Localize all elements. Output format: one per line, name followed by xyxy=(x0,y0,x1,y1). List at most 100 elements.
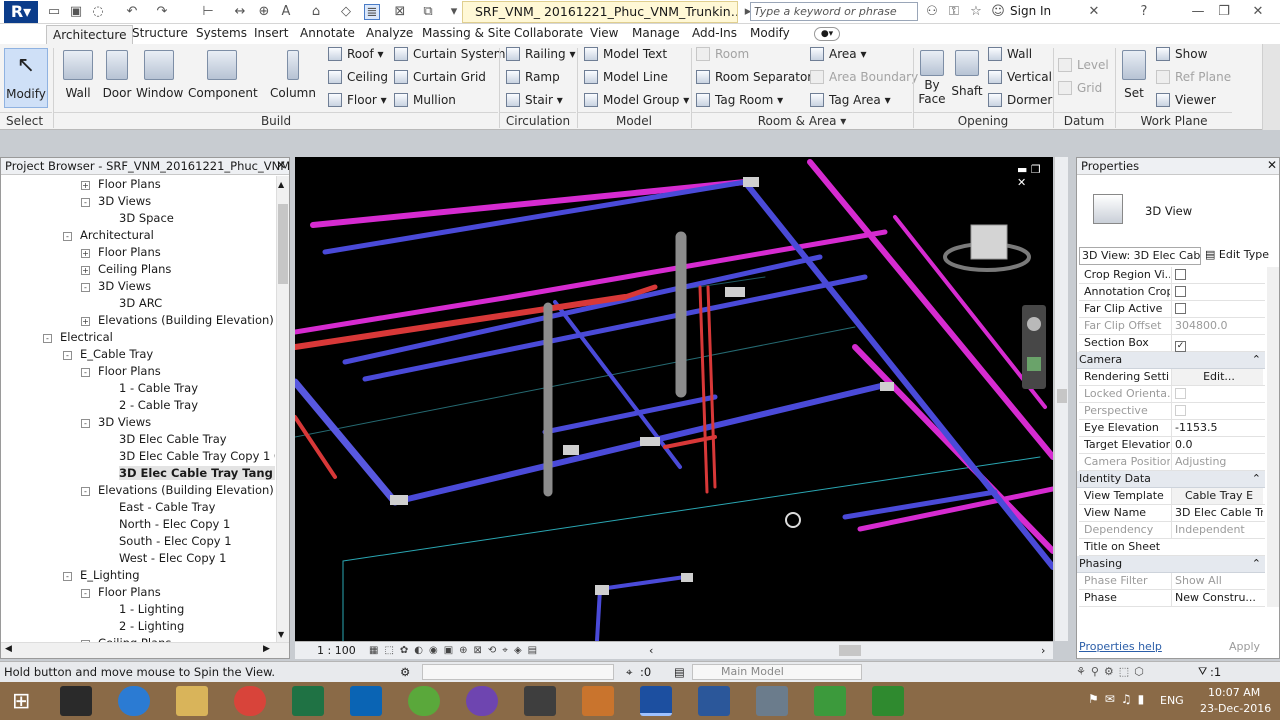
model-group-button[interactable]: Model Group ▾ xyxy=(584,90,689,110)
collapse-icon[interactable]: - xyxy=(81,368,90,377)
tree-node[interactable]: 2 - Cable Tray xyxy=(101,397,198,414)
scroll-thumb[interactable] xyxy=(278,204,288,284)
tree-node[interactable]: - Elevations (Building Elevation) xyxy=(81,482,274,499)
collapse-icon[interactable]: - xyxy=(81,283,90,292)
door-button[interactable]: Door xyxy=(100,48,134,108)
tree-node[interactable]: North - Elec Copy 1 xyxy=(101,516,230,533)
ceiling-button[interactable]: Ceiling xyxy=(328,67,388,87)
by-face-button[interactable]: By Face xyxy=(916,48,948,108)
tab-view[interactable]: View xyxy=(584,24,624,44)
workset-selector[interactable] xyxy=(422,664,614,680)
floor-button[interactable]: Floor ▾ xyxy=(328,90,387,110)
room-separator-button[interactable]: Room Separator xyxy=(696,67,812,87)
tree-node[interactable]: + Floor Plans xyxy=(81,244,161,261)
media-icon[interactable] xyxy=(582,686,614,716)
worksets-icon[interactable]: ⚙ xyxy=(400,662,410,682)
collapse-group-icon[interactable]: ⌃ xyxy=(1252,556,1261,572)
tree-node[interactable]: West - Elec Copy 1 xyxy=(101,550,226,567)
selection-filter-icons[interactable]: ⚘⚲⚙⬚⬡ xyxy=(1076,662,1149,682)
property-value[interactable]: Edit... xyxy=(1171,369,1263,385)
tab-manage[interactable]: Manage xyxy=(626,24,686,44)
user-icon[interactable]: ☺ xyxy=(990,4,1006,20)
tree-node[interactable]: - Floor Plans xyxy=(81,363,161,380)
internet-explorer-icon[interactable] xyxy=(118,686,150,716)
zoom-icon[interactable] xyxy=(1027,357,1041,371)
apply-button[interactable]: Apply xyxy=(1229,640,1260,653)
binoculars-icon[interactable]: ⚇ xyxy=(924,4,940,20)
scroll-left-icon[interactable]: ◀ xyxy=(5,644,12,654)
design-option-selector[interactable]: Main Model xyxy=(692,664,862,680)
viewport-window-controls[interactable]: ▬ ❐ ✕ xyxy=(1017,163,1053,189)
close-window-icon[interactable]: ✕ xyxy=(1250,4,1266,20)
browser-hscroll[interactable]: ◀ ▶ xyxy=(1,642,289,658)
camtasia-icon[interactable] xyxy=(814,686,846,716)
tree-node[interactable]: 2 - Lighting xyxy=(101,618,184,635)
tab-architecture[interactable]: Architecture xyxy=(46,25,134,45)
tree-node[interactable]: -Ceiling Plans xyxy=(81,635,171,642)
edit-type-button[interactable]: ▤ Edit Type xyxy=(1205,247,1279,265)
property-checkbox[interactable]: ✓ xyxy=(1175,341,1186,352)
open-icon[interactable]: ▭ xyxy=(46,4,62,20)
property-checkbox[interactable] xyxy=(1175,303,1186,314)
word-icon[interactable] xyxy=(698,686,730,716)
property-value[interactable]: ✓ xyxy=(1171,335,1263,352)
close-hidden-icon[interactable]: ⊠ xyxy=(392,4,408,20)
windows-start-icon[interactable]: ⊞ xyxy=(12,689,30,714)
tab-analyze[interactable]: Analyze xyxy=(360,24,419,44)
restore-icon[interactable]: ❐ xyxy=(1216,4,1232,20)
show-button[interactable]: Show xyxy=(1156,44,1207,64)
browser-vscroll[interactable]: ▲ ▼ xyxy=(276,176,289,642)
property-value[interactable]: Show All xyxy=(1171,573,1263,589)
property-value[interactable]: Cable Tray E xyxy=(1171,488,1263,504)
dormer-button[interactable]: Dormer xyxy=(988,90,1052,110)
tree-node[interactable]: -3D Views xyxy=(81,278,151,295)
level-button[interactable]: Level xyxy=(1058,55,1109,75)
ramp-button[interactable]: Ramp xyxy=(506,67,560,87)
property-group-header[interactable]: Camera ⌃ xyxy=(1077,352,1265,369)
tab-modify[interactable]: Modify xyxy=(744,24,796,44)
measure-icon[interactable]: ⊢ xyxy=(200,4,216,20)
filter-icon[interactable]: ⛛ xyxy=(1198,662,1207,682)
subscription-icon[interactable]: ⚿ xyxy=(946,4,962,20)
property-value[interactable] xyxy=(1171,386,1263,402)
property-row[interactable]: Locked Orienta... xyxy=(1079,386,1265,403)
collapse-icon[interactable]: - xyxy=(43,334,52,343)
tree-node[interactable]: + Ceiling Plans xyxy=(81,261,171,278)
scroll-up-icon[interactable]: ▲ xyxy=(278,180,284,189)
tree-node[interactable]: South - Elec Copy 1 xyxy=(101,533,232,550)
sign-in-link[interactable]: Sign In xyxy=(1010,4,1051,18)
app-green-icon[interactable] xyxy=(408,686,440,716)
file-explorer-icon[interactable] xyxy=(176,686,208,716)
collapse-icon[interactable]: - xyxy=(81,419,90,428)
tree-node[interactable]: 3D Space xyxy=(101,210,174,227)
collapse-icon[interactable]: - xyxy=(81,198,90,207)
chrome-icon[interactable] xyxy=(234,686,266,716)
property-checkbox[interactable] xyxy=(1175,388,1186,399)
customize-qat-icon[interactable]: ▾ xyxy=(446,4,462,20)
tree-node[interactable]: 1 - Cable Tray xyxy=(101,380,198,397)
design-options-icon[interactable]: ▤ xyxy=(674,662,685,682)
viewport-vscroll-thumb[interactable] xyxy=(1057,389,1067,403)
wall-opening-button[interactable]: Wall xyxy=(988,44,1032,64)
property-value[interactable] xyxy=(1171,301,1263,317)
tree-node[interactable]: 3D ARC xyxy=(101,295,162,312)
column-button[interactable]: Column xyxy=(268,48,318,108)
text-icon[interactable]: A xyxy=(278,4,294,20)
tree-node[interactable]: -3D Views xyxy=(81,414,151,431)
grid-button[interactable]: Grid xyxy=(1058,78,1102,98)
model-line-button[interactable]: Model Line xyxy=(584,67,668,87)
tree-node[interactable]: 1 - Lighting xyxy=(101,601,184,618)
scroll-right-icon[interactable]: ▶ xyxy=(263,644,270,654)
expand-icon[interactable]: + xyxy=(81,266,90,275)
collapse-icon[interactable]: - xyxy=(63,572,72,581)
property-checkbox[interactable] xyxy=(1175,269,1186,280)
property-value[interactable] xyxy=(1171,403,1263,419)
thin-lines-icon[interactable]: ≣ xyxy=(364,4,380,20)
property-group-header[interactable]: Phasing ⌃ xyxy=(1077,556,1265,573)
room-area-panel-label[interactable]: Room & Area ▾ xyxy=(692,112,912,129)
set-button[interactable]: Set xyxy=(1118,48,1150,108)
tree-node[interactable]: 3D Elec Cable Tray Tang 1 xyxy=(101,465,275,482)
tree-node[interactable]: + Floor Plans xyxy=(81,176,161,193)
properties-vscroll[interactable] xyxy=(1267,267,1279,607)
expand-icon[interactable]: + xyxy=(81,181,90,190)
